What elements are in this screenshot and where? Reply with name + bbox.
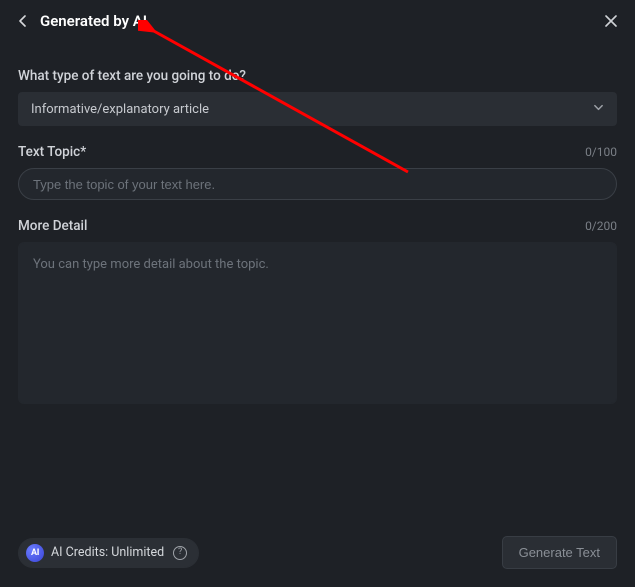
close-icon[interactable] — [603, 13, 619, 29]
header: Generated by AI — [0, 0, 635, 40]
info-icon[interactable]: ? — [173, 546, 187, 560]
credits-pill[interactable]: AI AI Credits: Unlimited ? — [18, 538, 199, 568]
ai-badge-icon: AI — [26, 544, 44, 562]
generate-text-button[interactable]: Generate Text — [502, 536, 617, 569]
detail-textarea[interactable] — [18, 242, 617, 404]
detail-counter: 0/200 — [585, 219, 617, 233]
topic-input[interactable] — [18, 168, 617, 200]
detail-label-row: More Detail 0/200 — [18, 218, 617, 234]
form-content: What type of text are you going to do? I… — [0, 40, 635, 408]
detail-label: More Detail — [18, 218, 87, 234]
text-type-selected: Informative/explanatory article — [31, 102, 209, 117]
type-label-row: What type of text are you going to do? — [18, 68, 617, 84]
page-title: Generated by AI — [40, 12, 147, 30]
type-label: What type of text are you going to do? — [18, 68, 246, 84]
topic-label-row: Text Topic* 0/100 — [18, 144, 617, 160]
back-icon[interactable] — [16, 14, 30, 28]
text-type-select[interactable]: Informative/explanatory article — [18, 92, 617, 126]
credits-text: AI Credits: Unlimited — [51, 545, 164, 560]
chevron-down-icon — [593, 102, 604, 117]
topic-counter: 0/100 — [585, 145, 617, 159]
topic-label: Text Topic* — [18, 144, 86, 160]
footer: AI AI Credits: Unlimited ? Generate Text — [0, 536, 635, 569]
